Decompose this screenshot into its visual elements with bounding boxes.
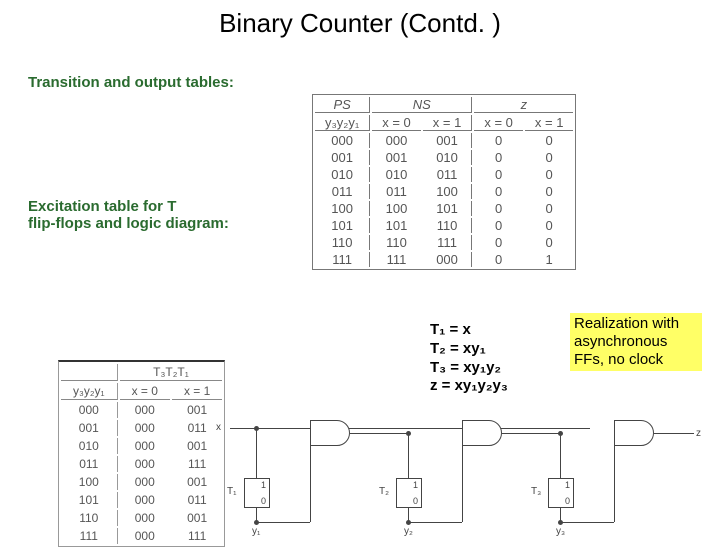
table-row: 111000111	[61, 528, 222, 544]
table-row: 10010010100	[315, 201, 573, 216]
table-row: 11111100001	[315, 252, 573, 267]
table-row: 001000011	[61, 420, 222, 436]
ff-label-t2: T₂	[379, 486, 389, 497]
state-label-y1: y₁	[252, 526, 260, 537]
equation-t2: T₂ = xy₁	[430, 340, 508, 359]
flipflop-t2: 10	[396, 478, 422, 508]
state-label-y3: y₃	[556, 526, 565, 537]
table-row: 10110111000	[315, 218, 573, 233]
table-row: 110000001	[61, 510, 222, 526]
excitation-table: T₃T₂T₁ y₃y₂y₁ x = 0 x = 1 00000000100100…	[58, 360, 225, 547]
transition-section-label: Transition and output tables:	[28, 74, 288, 91]
table-row: 101000011	[61, 492, 222, 508]
table-row: 01101110000	[315, 184, 573, 199]
logic-diagram: x 10 T₁ y₁ 10 T₂ y₂ 10 T₃ y₃ z	[230, 418, 710, 538]
table-row: 00100101000	[315, 150, 573, 165]
table-row: 00000000100	[315, 133, 573, 148]
table-row: 11011011100	[315, 235, 573, 250]
state-label-y2: y₂	[404, 526, 413, 537]
ff-label-t1: T₁	[227, 486, 236, 497]
table-row: 000000001	[61, 402, 222, 418]
ff-label-t3: T₃	[531, 486, 541, 497]
realization-note: Realization with asynchronous FFs, no cl…	[570, 313, 702, 371]
equations-block: T₁ = x T₂ = xy₁ T₃ = xy₁y₂ z = xy₁y₂y₃	[430, 321, 508, 396]
table-row: 010000001	[61, 438, 222, 454]
and-gate-2	[462, 420, 502, 446]
transition-output-table: PS NS z y₃y₂y₁ x = 0 x = 1 x = 0 x = 1 0…	[312, 94, 576, 270]
flipflop-t1: 10	[244, 478, 270, 508]
table-row: 100000001	[61, 474, 222, 490]
excitation-section-label: Excitation table for T flip-flops and lo…	[28, 198, 288, 232]
and-gate-1	[310, 420, 350, 446]
equation-t3: T₃ = xy₁y₂	[430, 359, 508, 378]
output-z-label: z	[696, 428, 701, 439]
equation-t1: T₁ = x	[430, 321, 508, 340]
and-gate-3	[614, 420, 654, 446]
input-x-label: x	[216, 422, 221, 433]
table-row: 011000111	[61, 456, 222, 472]
flipflop-t3: 10	[548, 478, 574, 508]
equation-z: z = xy₁y₂y₃	[430, 377, 508, 396]
table-row: 01001001100	[315, 167, 573, 182]
page-title: Binary Counter (Contd. )	[0, 8, 720, 39]
